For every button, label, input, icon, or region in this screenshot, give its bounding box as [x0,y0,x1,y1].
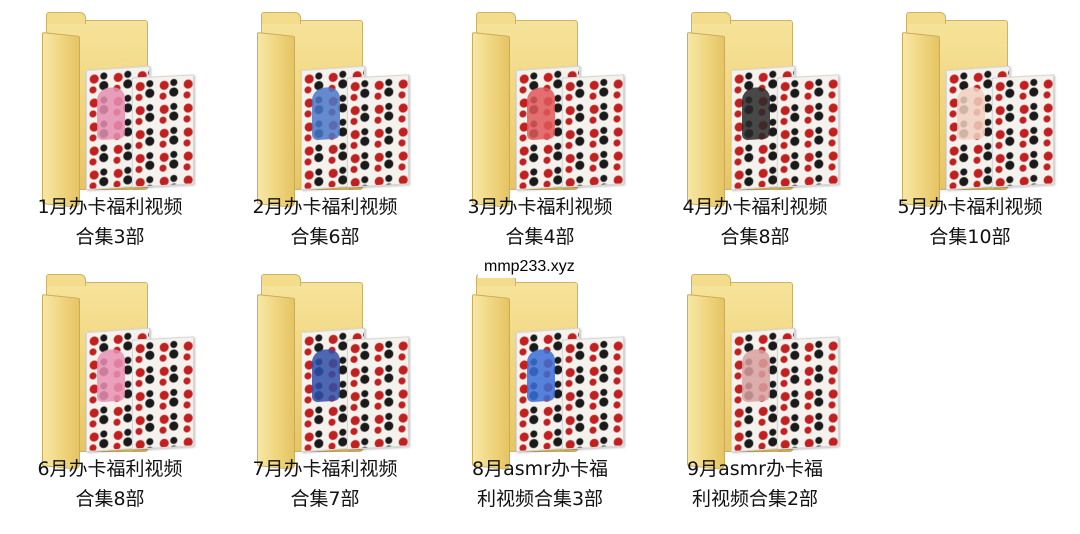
folder-icon [900,10,1054,208]
folder-label: 3月办卡福利视频 合集4部 [467,196,613,248]
folder-icon [470,10,624,208]
folder-icon [685,272,839,470]
folder-item[interactable]: 3月办卡福利视频 合集4部 [440,0,640,250]
folder-label: 4月办卡福利视频 合集8部 [682,196,828,248]
folder-icon [40,10,194,208]
folder-label: 7月办卡福利视频 合集7部 [252,458,398,510]
folder-icon [40,272,194,470]
folder-label: 9月asmr办卡福 利视频合集2部 [687,458,823,510]
thumbnail-figure [957,86,985,141]
folder-item[interactable]: 2月办卡福利视频 合集6部 [225,0,425,250]
thumbnail-figure [742,348,770,403]
folder-icon [255,272,409,470]
thumbnail-figure [312,348,340,403]
folder-item[interactable]: 4月办卡福利视频 合集8部 [655,0,855,250]
thumbnail-figure [742,86,770,141]
thumbnail-figure [312,86,340,141]
folder-label: 1月办卡福利视频 合集3部 [37,196,183,248]
folder-icon [685,10,839,208]
folder-item[interactable]: 6月办卡福利视频 合集8部 [10,262,210,512]
folder-label: 8月asmr办卡福 利视频合集3部 [472,458,608,510]
folder-item[interactable]: 8月asmr办卡福 利视频合集3部 [440,262,640,512]
folder-item[interactable]: 7月办卡福利视频 合集7部 [225,262,425,512]
folder-item[interactable]: 9月asmr办卡福 利视频合集2部 [655,262,855,512]
folder-label: 2月办卡福利视频 合集6部 [252,196,398,248]
thumbnail-figure [527,348,555,403]
watermark-text: mmp233.xyz [478,256,581,278]
folder-item[interactable]: 5月办卡福利视频 合集10部 [870,0,1070,250]
folder-label: 5月办卡福利视频 合集10部 [897,196,1043,248]
folder-item[interactable]: 1月办卡福利视频 合集3部 [10,0,210,250]
folder-icon [255,10,409,208]
folder-label: 6月办卡福利视频 合集8部 [37,458,183,510]
thumbnail-figure [97,86,125,141]
thumbnail-figure [97,348,125,403]
folder-icon [470,272,624,470]
thumbnail-figure [527,86,555,141]
